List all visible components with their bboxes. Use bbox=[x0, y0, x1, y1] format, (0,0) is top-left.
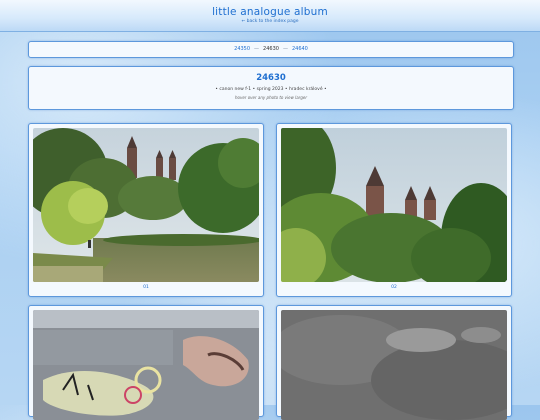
nav-current-roll: 24630 bbox=[263, 46, 279, 52]
back-to-index-link[interactable]: ← back to the index page bbox=[0, 19, 540, 24]
photo-card-03[interactable] bbox=[28, 305, 264, 420]
nav-next-roll[interactable]: 24640 bbox=[292, 46, 308, 52]
nav-separator: — bbox=[254, 46, 260, 52]
roll-title: 24630 bbox=[256, 73, 286, 83]
hover-hint: hover over any photo to view larger bbox=[235, 95, 307, 100]
site-header: little analogue album ← back to the inde… bbox=[0, 0, 540, 32]
nav-separator: — bbox=[282, 46, 288, 52]
roll-navigation: 24350 —24630— 24640 bbox=[28, 41, 514, 58]
photo-04-image[interactable] bbox=[281, 310, 507, 420]
photo-01-caption[interactable]: 01 bbox=[29, 285, 263, 290]
photo-01-image[interactable] bbox=[33, 128, 259, 282]
nav-prev-roll[interactable]: 24350 bbox=[234, 46, 250, 52]
roll-meta: • canon new f-1 • spring 2023 • hradec k… bbox=[215, 87, 327, 92]
photo-02-caption[interactable]: 02 bbox=[277, 285, 511, 290]
roll-info-card: 24630 • canon new f-1 • spring 2023 • hr… bbox=[28, 66, 514, 110]
photo-card-01[interactable]: 01 bbox=[28, 123, 264, 297]
photo-card-04[interactable] bbox=[276, 305, 512, 420]
photo-03-image[interactable] bbox=[33, 310, 259, 420]
photo-card-02[interactable]: 02 bbox=[276, 123, 512, 297]
photo-02-image[interactable] bbox=[281, 128, 507, 282]
site-title[interactable]: little analogue album bbox=[0, 6, 540, 18]
